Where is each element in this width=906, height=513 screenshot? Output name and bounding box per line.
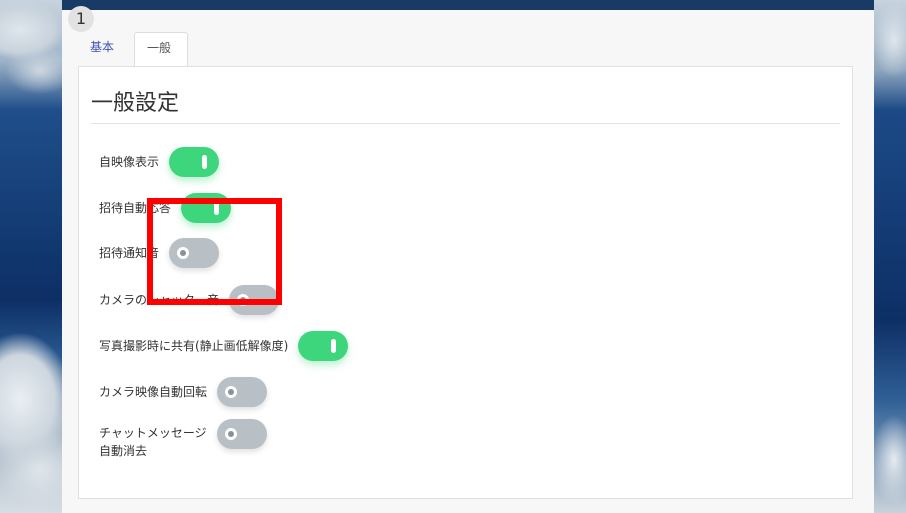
toggle-knob <box>202 155 208 169</box>
toggle-knob <box>224 428 237 440</box>
setting-label: チャットメッセージ 自動消去 <box>99 424 207 460</box>
setting-row-auto-rotate: カメラ映像自動回転 <box>99 377 268 407</box>
setting-label: カメラ映像自動回転 <box>99 385 208 399</box>
chat-auto-delete-toggle[interactable] <box>216 419 267 449</box>
toggle-knob <box>225 386 238 398</box>
background-sky-left <box>0 0 62 513</box>
setting-row-auto-answer: 招待自動応答 <box>99 193 232 223</box>
setting-label: 自映像表示 <box>99 155 160 169</box>
self-video-toggle[interactable] <box>169 147 220 177</box>
setting-label: 招待通知音 <box>99 246 160 260</box>
setting-label: カメラのシャッター音 <box>99 293 220 307</box>
settings-panel: 1 基本 一般 一般設定 自映像表示 招待自動応答 招待通知音 カメラのシャッタ… <box>62 6 874 513</box>
general-settings-card: 一般設定 自映像表示 招待自動応答 招待通知音 カメラのシャッター音 写真撮影時… <box>78 66 853 499</box>
setting-label-line1: チャットメッセージ <box>99 426 207 440</box>
setting-label: 写真撮影時に共有(静止画低解像度) <box>99 339 289 353</box>
photo-share-toggle[interactable] <box>298 331 349 361</box>
background-sky-right <box>874 0 906 513</box>
shutter-sound-toggle[interactable] <box>229 285 280 315</box>
tab-basic[interactable]: 基本 <box>78 32 130 68</box>
setting-label-line2: 自動消去 <box>99 444 148 458</box>
page-title: 一般設定 <box>91 91 180 116</box>
toggle-knob <box>214 201 220 215</box>
setting-row-invite-sound: 招待通知音 <box>99 238 220 268</box>
setting-row-shutter-sound: カメラのシャッター音 <box>99 285 280 315</box>
setting-row-chat-auto-delete: チャットメッセージ 自動消去 <box>99 419 267 460</box>
setting-row-photo-share: 写真撮影時に共有(静止画低解像度) <box>99 331 349 361</box>
auto-rotate-toggle[interactable] <box>217 377 268 407</box>
page-number-badge: 1 <box>68 6 94 32</box>
toggle-knob <box>331 339 337 353</box>
setting-row-self-video: 自映像表示 <box>99 147 220 177</box>
setting-label: 招待自動応答 <box>99 201 172 215</box>
toggle-knob <box>177 247 190 259</box>
auto-answer-toggle[interactable] <box>181 193 232 223</box>
toggle-knob <box>237 294 250 306</box>
tab-general[interactable]: 一般 <box>134 32 188 68</box>
title-divider <box>91 123 840 124</box>
invite-sound-toggle[interactable] <box>169 238 220 268</box>
